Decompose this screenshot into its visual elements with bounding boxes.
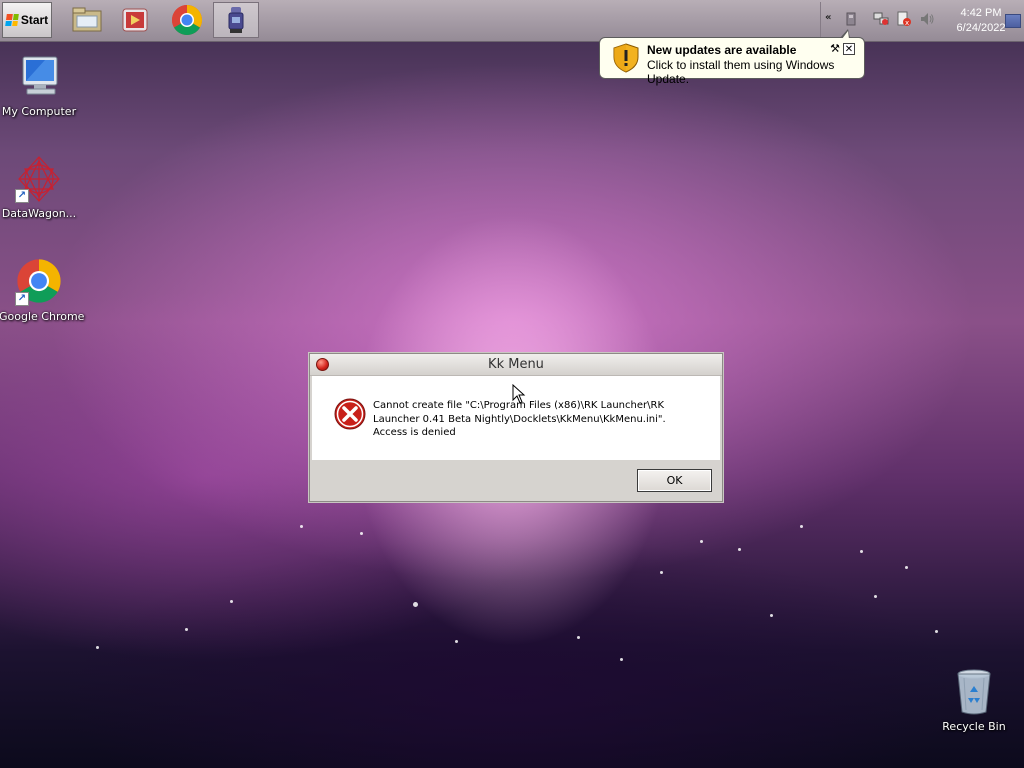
dialog-title: Kk Menu: [488, 357, 544, 372]
media-player-icon: [122, 8, 148, 32]
computer-icon: [22, 56, 58, 95]
action-center-icon[interactable]: x: [896, 11, 912, 27]
error-dialog: Kk Menu Cannot create file "C:\Program F…: [309, 353, 723, 502]
kk-launcher-icon: [228, 7, 244, 33]
dialog-titlebar[interactable]: Kk Menu: [310, 354, 722, 376]
desktop-icon-datawagon[interactable]: ↗ DataWagon...: [0, 155, 79, 220]
warning-shield-icon: [613, 43, 639, 73]
notification-options-icon[interactable]: ⚒: [829, 43, 841, 55]
desktop-icon-my-computer[interactable]: My Computer: [0, 53, 79, 118]
start-label: Start: [20, 13, 49, 27]
notification-text: Click to install them using Windows Upda…: [647, 58, 835, 86]
desktop-icon-label: My Computer: [1, 105, 77, 118]
error-icon: [334, 398, 366, 430]
taskbar-file-explorer-button[interactable]: [64, 2, 110, 38]
recycle-bin-icon: [957, 669, 991, 715]
file-explorer-icon: [72, 7, 102, 32]
balloon-tail: [840, 29, 850, 39]
desktop-icon-label: DataWagon...: [1, 207, 77, 220]
ok-button[interactable]: OK: [637, 469, 712, 492]
taskbar-media-player-button[interactable]: [112, 2, 158, 38]
start-button[interactable]: Start: [2, 2, 52, 38]
show-desktop-icon[interactable]: [1005, 14, 1021, 28]
mouse-cursor-icon: [512, 384, 526, 404]
desktop-icon-label: Google Chrome: [0, 310, 85, 323]
shortcut-arrow-icon: ↗: [15, 189, 29, 203]
show-hidden-icons-chevron[interactable]: «: [825, 12, 831, 23]
update-notification-balloon[interactable]: New updates are available Click to insta…: [599, 29, 865, 86]
notification-title: New updates are available: [647, 43, 797, 57]
taskbar-chrome-button[interactable]: [164, 2, 210, 38]
shortcut-arrow-icon: ↗: [15, 292, 29, 306]
system-tray: « x 4:42 PM 6/24/2022: [820, 2, 1024, 40]
desktop-icon-label: Recycle Bin: [942, 720, 1006, 733]
taskbar-kk-launcher-button[interactable]: [213, 2, 259, 38]
desktop-icon-recycle-bin[interactable]: Recycle Bin: [934, 668, 1014, 733]
notification-close-button[interactable]: ✕: [843, 43, 855, 55]
usb-icon[interactable]: [843, 11, 859, 27]
network-icon[interactable]: [873, 11, 889, 27]
dialog-message: Cannot create file "C:\Program Files (x8…: [373, 400, 666, 438]
volume-icon[interactable]: [919, 11, 935, 27]
svg-text:x: x: [905, 19, 909, 27]
taskbar: Start « x 4:42 PM 6/24/2022: [0, 0, 1024, 42]
chrome-icon: [171, 4, 203, 36]
windows-logo-icon: [4, 14, 19, 26]
desktop-icon-google-chrome[interactable]: ↗ Google Chrome: [0, 258, 85, 323]
